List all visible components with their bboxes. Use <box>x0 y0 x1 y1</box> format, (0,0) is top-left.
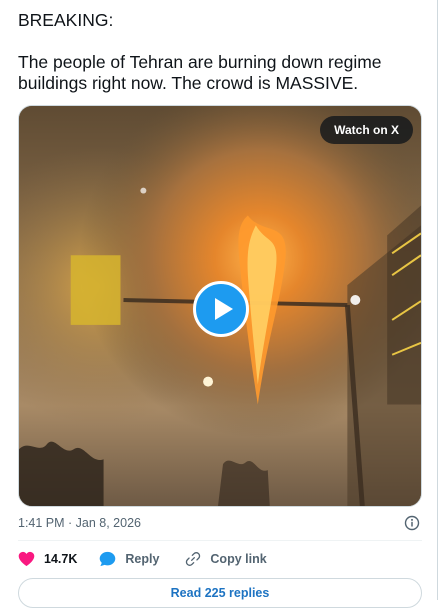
reply-label: Reply <box>125 552 160 566</box>
post-text-line2: The people of Tehran are burning down re… <box>18 52 382 93</box>
action-bar: 14.7K Reply Copy link <box>18 549 267 569</box>
play-button[interactable] <box>193 281 249 337</box>
reply-button[interactable]: Reply <box>99 551 159 567</box>
like-button[interactable]: 14.7K <box>18 551 77 567</box>
like-count: 14.7K <box>44 552 78 566</box>
divider <box>18 540 422 541</box>
post-text-line1: BREAKING: <box>18 10 114 30</box>
copy-link-label: Copy link <box>210 552 267 566</box>
post-text: BREAKING: The people of Tehran are burni… <box>18 10 418 94</box>
play-icon <box>215 298 233 320</box>
post-timestamp[interactable]: 1:41 PM · Jan 8, 2026 <box>18 516 141 530</box>
link-icon <box>186 552 201 566</box>
info-icon[interactable] <box>404 515 420 531</box>
read-replies-button[interactable]: Read 225 replies <box>18 578 422 608</box>
copy-link-button[interactable]: Copy link <box>185 551 267 567</box>
speech-bubble-icon <box>100 551 116 567</box>
watch-on-x-button[interactable]: Watch on X <box>320 116 413 144</box>
post-card: BREAKING: The people of Tehran are burni… <box>0 0 438 608</box>
video-thumbnail[interactable]: Watch on X <box>18 105 422 507</box>
heart-icon <box>18 551 35 567</box>
